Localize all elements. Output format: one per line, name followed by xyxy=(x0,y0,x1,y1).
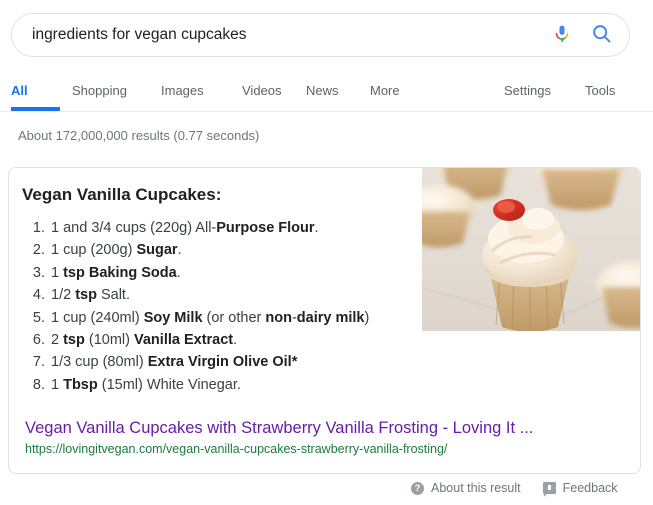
search-bar xyxy=(11,13,630,57)
ingredient-item: 1 and 3/4 cups (220g) All-Purpose Flour. xyxy=(49,217,444,239)
ingredient-item: 1/3 cup (80ml) Extra Virgin Olive Oil* xyxy=(49,351,444,373)
ingredient-item: 2 tsp (10ml) Vanilla Extract. xyxy=(49,329,444,351)
snippet-title: Vegan Vanilla Cupcakes: xyxy=(22,185,222,204)
ingredient-item: 1/2 tsp Salt. xyxy=(49,284,444,306)
tab-videos[interactable]: Videos xyxy=(242,83,282,98)
ingredient-item: 1 cup (240ml) Soy Milk (or other non-dai… xyxy=(49,307,444,329)
question-mark-circle-icon: ? xyxy=(411,481,424,495)
tab-shopping[interactable]: Shopping xyxy=(72,83,127,98)
about-this-result-label: About this result xyxy=(431,481,521,495)
feedback-button[interactable]: Feedback xyxy=(542,481,618,495)
result-stats: About 172,000,000 results (0.77 seconds) xyxy=(18,128,260,143)
feedback-flag-icon xyxy=(542,482,556,494)
microphone-icon xyxy=(552,23,572,48)
featured-snippet-card: Vegan Vanilla Cupcakes: 1 and 3/4 cups (… xyxy=(8,167,641,474)
tab-news[interactable]: News xyxy=(306,83,339,98)
ingredient-list: 1 and 3/4 cups (220g) All-Purpose Flour.… xyxy=(23,217,444,396)
feedback-label: Feedback xyxy=(562,481,618,495)
result-url: https://lovingitvegan.com/vegan-vanilla-… xyxy=(25,442,448,456)
search-submit-button[interactable] xyxy=(579,18,625,52)
tab-more[interactable]: More xyxy=(370,83,400,98)
tab-all[interactable]: All xyxy=(11,83,28,98)
tab-images[interactable]: Images xyxy=(161,83,204,98)
ingredient-item: 1 cup (200g) Sugar. xyxy=(49,239,444,261)
tab-tools[interactable]: Tools xyxy=(585,83,615,98)
search-icon xyxy=(591,23,613,48)
microphone-button[interactable] xyxy=(545,18,579,52)
result-footer: ? About this result Feedback xyxy=(411,478,618,498)
ingredient-item: 1 Tbsp (15ml) White Vinegar. xyxy=(49,374,444,396)
ingredient-item: 1 tsp Baking Soda. xyxy=(49,262,444,284)
about-this-result-button[interactable]: ? About this result xyxy=(411,481,521,495)
tabbar-divider xyxy=(0,111,653,112)
tab-settings[interactable]: Settings xyxy=(504,83,551,98)
recipe-image[interactable] xyxy=(422,168,640,331)
nav-tabs: All Shopping Images Videos News More Set… xyxy=(0,78,653,112)
search-input[interactable] xyxy=(12,25,545,45)
search-box[interactable] xyxy=(11,13,630,57)
result-link-title[interactable]: Vegan Vanilla Cupcakes with Strawberry V… xyxy=(25,419,533,438)
